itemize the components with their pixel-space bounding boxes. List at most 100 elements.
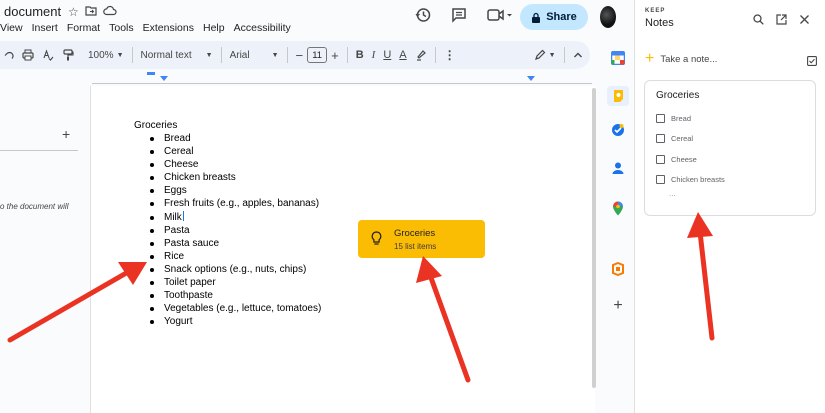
menu-insert[interactable]: Insert: [32, 22, 58, 34]
list-item: Bread: [134, 132, 321, 145]
open-in-new-icon[interactable]: [776, 12, 787, 30]
spellcheck-icon[interactable]: [38, 45, 58, 65]
chevron-down-icon: ▼: [205, 51, 213, 59]
list-item: Vegetables (e.g., lettuce, tomatoes): [134, 302, 321, 315]
list-item: Snack options (e.g., nuts, chips): [134, 263, 321, 276]
font-size-increase-button[interactable]: +: [327, 45, 343, 65]
history-icon[interactable]: [414, 6, 432, 24]
undo-icon[interactable]: [0, 45, 18, 65]
title-icons: ☆: [68, 5, 117, 19]
print-icon[interactable]: [18, 45, 38, 65]
maps-icon[interactable]: [610, 200, 626, 216]
editing-mode-icon[interactable]: ▼: [530, 45, 560, 65]
menu-help[interactable]: Help: [203, 22, 225, 34]
outline-divider: [0, 150, 78, 151]
paint-format-icon[interactable]: [58, 45, 78, 65]
more-options-icon[interactable]: ⋮: [440, 45, 460, 65]
new-list-icon[interactable]: [807, 53, 817, 71]
chip-subtitle: 15 list items: [394, 242, 437, 251]
note-checklist-item[interactable]: Bread: [656, 114, 691, 123]
collapse-menus-icon[interactable]: [569, 45, 587, 65]
outline-hint-text: o the document will: [0, 202, 69, 211]
left-indent-marker[interactable]: [160, 76, 168, 81]
list-item: Pasta sauce: [134, 237, 321, 250]
take-note-placeholder: Take a note...: [660, 53, 718, 65]
office-addon-icon[interactable]: [610, 261, 626, 277]
menu-tools[interactable]: Tools: [109, 22, 134, 34]
checkbox[interactable]: [656, 175, 665, 184]
cloud-status-icon[interactable]: [103, 5, 117, 19]
first-line-indent-marker[interactable]: [147, 72, 155, 75]
font-size-decrease-button[interactable]: −: [292, 45, 308, 65]
keep-brand-label: KEEP: [645, 8, 666, 14]
document-scrollbar[interactable]: [592, 88, 596, 388]
note-checklist-item[interactable]: Chicken breasts: [656, 175, 725, 184]
note-checklist-item[interactable]: Cereal: [656, 134, 693, 143]
toolbar-divider: [346, 47, 348, 63]
list-item: Cereal: [134, 145, 321, 158]
list-item-with-cursor: Milk: [134, 210, 321, 224]
keep-side-panel: KEEP Notes + Take a note... Groceries Br…: [635, 0, 825, 413]
checkbox[interactable]: [656, 114, 665, 123]
comments-icon[interactable]: [450, 6, 468, 24]
chevron-down-icon: ▼: [116, 51, 124, 59]
share-button[interactable]: Share: [520, 4, 588, 30]
toolbar-divider: [563, 47, 565, 63]
text-color-button[interactable]: A: [395, 45, 410, 65]
share-label: Share: [546, 11, 577, 23]
list-item: Eggs: [134, 184, 321, 197]
menu-format[interactable]: Format: [67, 22, 100, 34]
note-card[interactable]: Groceries Bread Cereal Cheese Chicken br…: [644, 80, 816, 216]
note-item-text: Cereal: [671, 134, 694, 143]
close-icon[interactable]: [799, 12, 810, 30]
tasks-icon[interactable]: [610, 122, 626, 138]
italic-button[interactable]: I: [368, 45, 380, 65]
list-item: Toothpaste: [134, 289, 321, 302]
add-tab-button[interactable]: +: [62, 126, 70, 142]
document-body[interactable]: Groceries Bread Cereal Cheese Chicken br…: [134, 120, 321, 328]
side-app-rail: +: [603, 40, 633, 413]
text-cursor: [182, 210, 184, 221]
note-title: Groceries: [656, 90, 700, 101]
style-select[interactable]: Normal text ▼: [137, 45, 217, 65]
list-item: Yogurt: [134, 315, 321, 328]
list-item: Pasta: [134, 224, 321, 237]
font-size-input[interactable]: 11: [307, 47, 328, 63]
keep-icon[interactable]: [607, 86, 629, 106]
highlight-icon[interactable]: [411, 45, 431, 65]
font-select[interactable]: Arial ▼: [226, 45, 283, 65]
zoom-select[interactable]: 100% ▼: [84, 45, 128, 65]
toolbar-divider: [286, 47, 288, 63]
bold-button[interactable]: B: [352, 45, 368, 65]
list-item: Chicken breasts: [134, 171, 321, 184]
calendar-icon[interactable]: [610, 50, 626, 66]
checkbox[interactable]: [656, 134, 665, 143]
formatting-toolbar: 100% ▼ Normal text ▼ Arial ▼ − 11 + B I …: [0, 41, 590, 69]
take-note-input[interactable]: + Take a note...: [645, 50, 817, 68]
menu-accessibility[interactable]: Accessibility: [234, 22, 291, 34]
right-indent-marker[interactable]: [527, 76, 535, 81]
meet-icon[interactable]: [486, 6, 514, 24]
search-icon[interactable]: [753, 12, 764, 30]
lock-icon: [532, 12, 541, 23]
document-heading: Groceries: [134, 120, 178, 131]
avatar[interactable]: [600, 6, 616, 28]
panel-actions: [753, 12, 810, 30]
keep-note-chip[interactable]: Groceries 15 list items: [358, 220, 485, 258]
list-item-text: Milk: [164, 211, 182, 223]
menu-extensions[interactable]: Extensions: [143, 22, 194, 34]
move-folder-icon[interactable]: [85, 5, 97, 19]
menu-view[interactable]: View: [0, 22, 23, 34]
note-checklist-item[interactable]: Cheese: [656, 155, 697, 164]
list-item: Rice: [134, 250, 321, 263]
zoom-value: 100%: [88, 49, 114, 61]
note-item-text: Bread: [671, 114, 692, 123]
star-icon[interactable]: ☆: [68, 5, 79, 19]
toolbar-divider: [131, 47, 133, 63]
underline-button[interactable]: U: [379, 45, 395, 65]
lightbulb-icon: [371, 231, 382, 251]
contacts-icon[interactable]: [610, 160, 626, 176]
checkbox[interactable]: [656, 155, 665, 164]
add-addon-icon[interactable]: +: [610, 297, 626, 314]
document-title[interactable]: document: [4, 4, 61, 19]
